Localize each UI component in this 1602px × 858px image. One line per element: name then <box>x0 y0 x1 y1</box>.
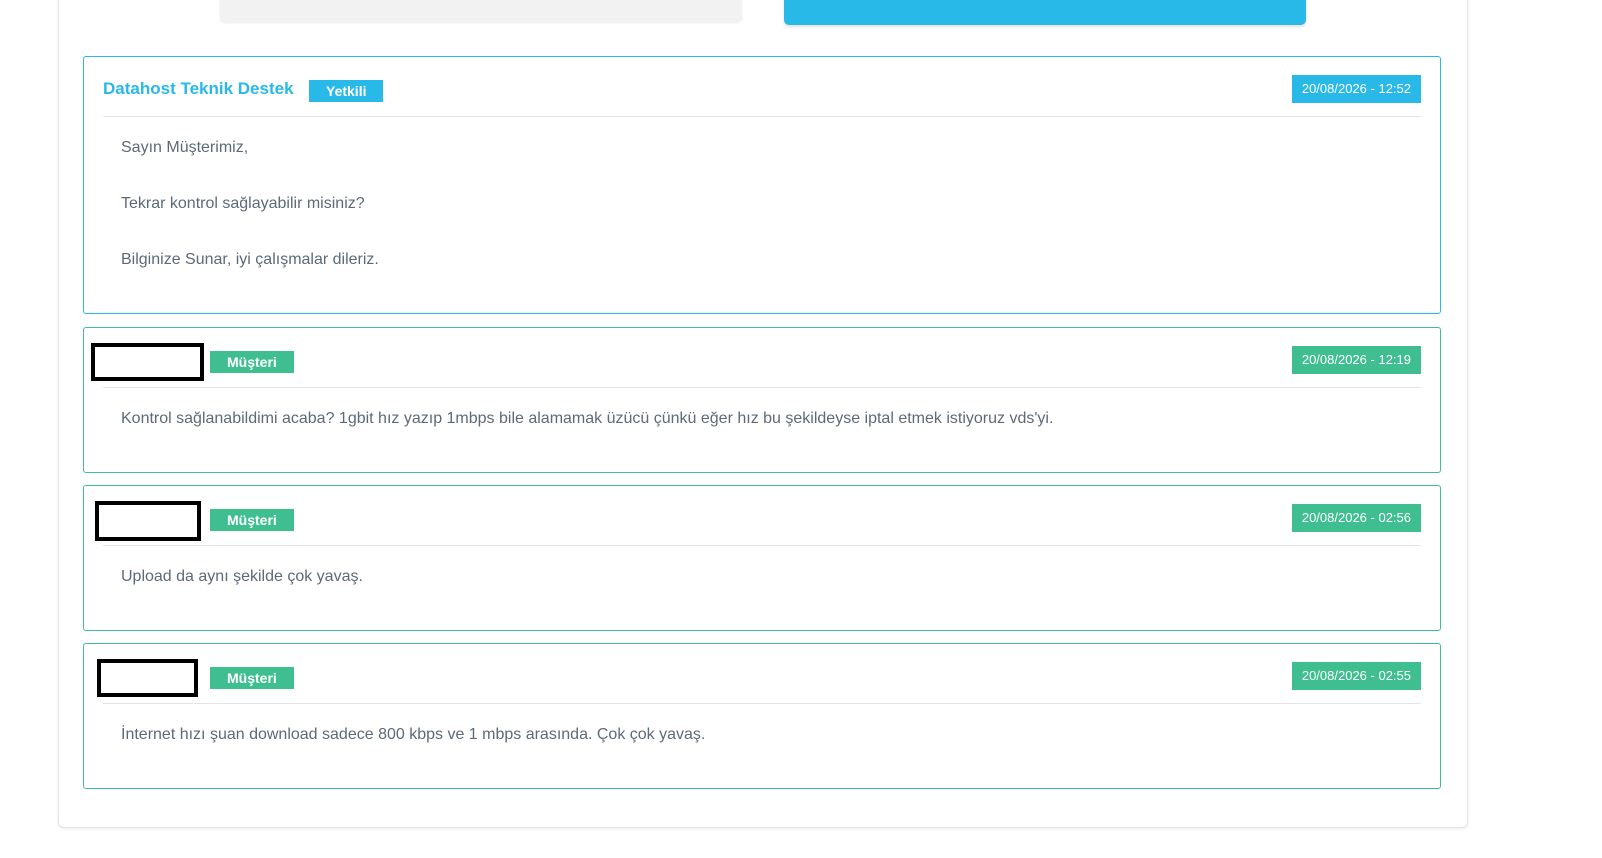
reply-header: Müşteri 20/08/2026 - 12:19 <box>84 328 1440 388</box>
divider <box>103 116 1421 117</box>
ticket-reply-staff: Datahost Teknik Destek Yetkili 20/08/202… <box>83 56 1441 314</box>
secondary-action-button[interactable] <box>220 0 742 22</box>
message-line: Kontrol sağlanabildimi acaba? 1gbit hız … <box>121 410 1054 427</box>
date-badge: 20/08/2026 - 02:56 <box>1291 504 1421 532</box>
redacted-author-name <box>97 659 198 697</box>
redacted-author-name <box>91 343 204 381</box>
reply-header: Müşteri 20/08/2026 - 02:55 <box>84 644 1440 704</box>
author-name: Datahost Teknik Destek <box>103 79 294 98</box>
redacted-author-name <box>95 501 201 541</box>
role-badge: Müşteri <box>210 667 294 689</box>
reply-body: Upload da aynı şekilde çok yavaş. <box>84 546 1440 588</box>
reply-body: Kontrol sağlanabildimi acaba? 1gbit hız … <box>84 388 1440 430</box>
role-badge: Yetkili <box>309 80 384 102</box>
ticket-reply-client: Müşteri 20/08/2026 - 02:56 Upload da ayn… <box>83 485 1441 631</box>
reply-header: Datahost Teknik Destek Yetkili 20/08/202… <box>84 57 1440 117</box>
date-badge: 20/08/2026 - 02:55 <box>1291 662 1421 690</box>
reply-header: Müşteri 20/08/2026 - 02:56 <box>84 486 1440 546</box>
date-badge: 20/08/2026 - 12:52 <box>1291 75 1421 103</box>
date-badge: 20/08/2026 - 12:19 <box>1291 346 1421 374</box>
divider <box>103 387 1421 388</box>
message-line: Upload da aynı şekilde çok yavaş. <box>121 568 363 585</box>
primary-action-button[interactable] <box>784 0 1306 25</box>
role-badge: Müşteri <box>210 351 294 373</box>
divider <box>103 703 1421 704</box>
reply-body: Sayın Müşterimiz, Tekrar kontrol sağlaya… <box>84 117 1440 271</box>
message-line: Bilginize Sunar, iyi çalışmalar dileriz. <box>121 251 379 268</box>
message-line: Tekrar kontrol sağlayabilir misiniz? <box>121 195 365 212</box>
message-line: İnternet hızı şuan download sadece 800 k… <box>121 726 706 743</box>
message-line: Sayın Müşterimiz, <box>121 139 249 156</box>
reply-body: İnternet hızı şuan download sadece 800 k… <box>84 704 1440 746</box>
role-badge: Müşteri <box>210 509 294 531</box>
divider <box>103 545 1421 546</box>
ticket-reply-client: Müşteri 20/08/2026 - 02:55 İnternet hızı… <box>83 643 1441 789</box>
ticket-reply-client: Müşteri 20/08/2026 - 12:19 Kontrol sağla… <box>83 327 1441 473</box>
